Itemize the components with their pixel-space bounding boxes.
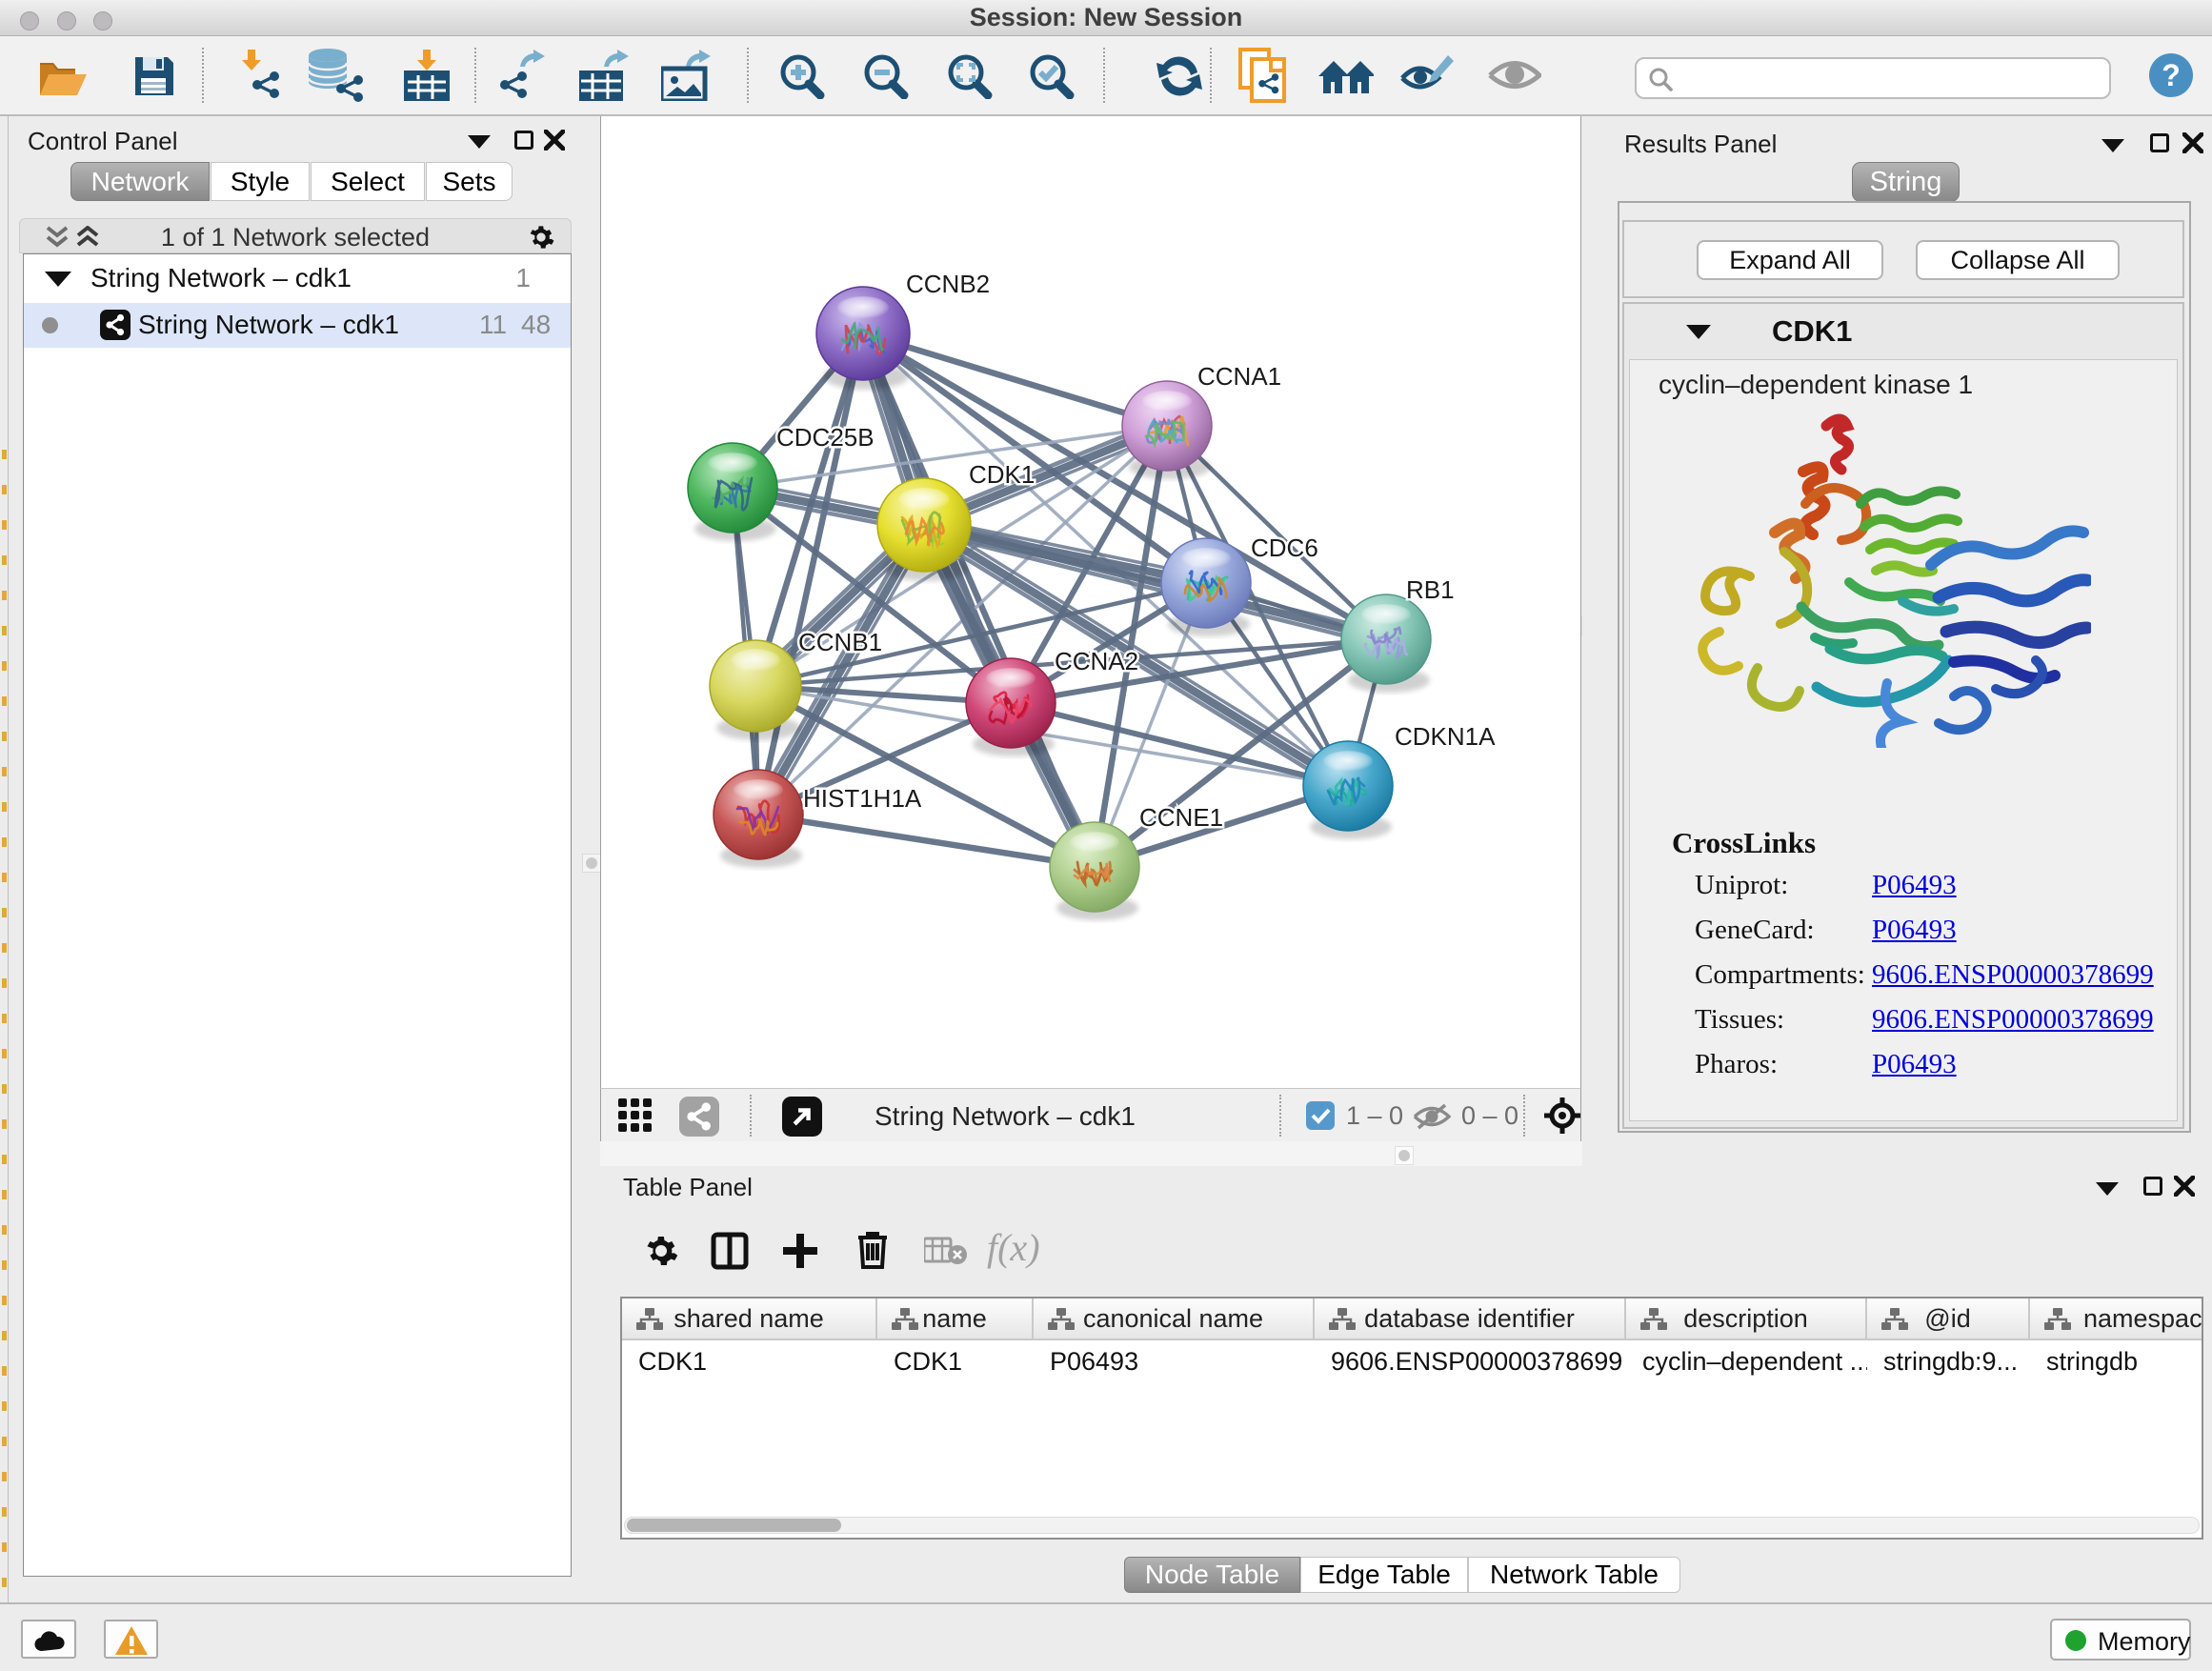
svg-text:CCNA2: CCNA2 [1055, 647, 1138, 675]
svg-text:RB1: RB1 [1406, 575, 1455, 604]
svg-text:CDKN1A: CDKN1A [1395, 722, 1496, 751]
svg-text:HIST1H1A: HIST1H1A [803, 784, 922, 813]
svg-text:CCNE1: CCNE1 [1139, 803, 1223, 832]
svg-text:CDC25B: CDC25B [776, 423, 875, 452]
svg-text:CCNB2: CCNB2 [906, 270, 990, 298]
svg-text:CDK1: CDK1 [969, 460, 1035, 489]
svg-text:CDC6: CDC6 [1251, 534, 1318, 562]
svg-text:CCNA1: CCNA1 [1197, 362, 1281, 391]
svg-text:CCNB1: CCNB1 [798, 628, 882, 656]
